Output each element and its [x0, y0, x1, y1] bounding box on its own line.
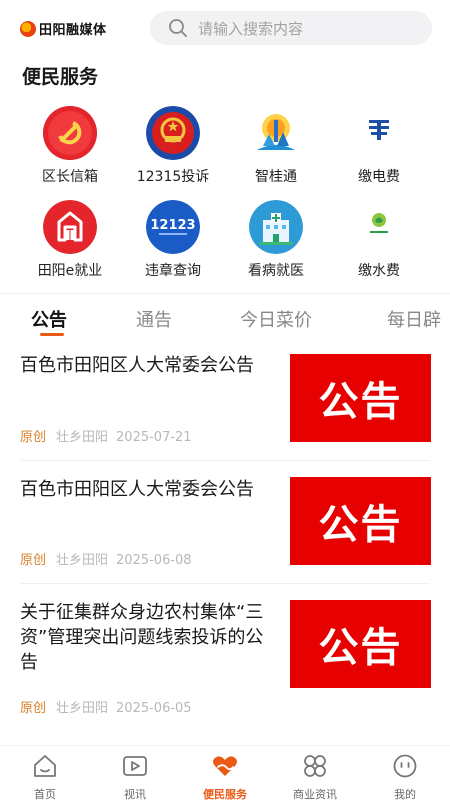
logo-mark-icon [20, 20, 36, 37]
nav-label: 视讯 [124, 788, 146, 800]
service-label: 田阳e就业 [37, 263, 103, 279]
video-icon [123, 756, 147, 776]
news-item[interactable]: 关于征集群众身边农村集体“三资”管理突出问题线索投诉的公告 原创 壮乡田阳 2025… [0, 600, 450, 720]
hospital-icon [249, 200, 303, 254]
china-southern-grid-icon [352, 106, 406, 160]
news-date: 2025-06-05 [116, 701, 192, 716]
news-meta: 原创 壮乡田阳 2025-06-08 [20, 549, 192, 568]
news-title: 百色市田阳区人大常委会公告 [20, 355, 254, 376]
home-icon [34, 755, 56, 777]
nav-label: 我的 [394, 788, 416, 800]
top-bar: 田阳融媒体 请输入搜索内容 [0, 0, 450, 56]
section-title: 便民服务 [22, 66, 99, 88]
service-electricity-bill[interactable]: 缴电费 [329, 106, 429, 186]
thumbnail-text: 公告 [318, 624, 403, 671]
news-item[interactable]: 百色市田阳区人大常委会公告 原创 壮乡田阳 2025-07-21 公告 [0, 353, 450, 453]
news-source: 壮乡田阳 [56, 701, 109, 716]
service-traffic-violation[interactable]: 12123 违章查询 [123, 200, 223, 280]
original-tag: 原创 [20, 553, 47, 568]
search-input[interactable]: 请输入搜索内容 [198, 18, 303, 39]
service-label: 智桂通 [255, 169, 297, 185]
nav-convenience-services[interactable]: 便民服务 [180, 752, 270, 800]
service-label: 12315投诉 [136, 169, 210, 185]
service-zhiguitong[interactable]: 智桂通 [226, 106, 326, 186]
app-logo[interactable]: 田阳融媒体 [20, 19, 107, 38]
news-meta: 原创 壮乡田阳 2025-07-21 [20, 426, 192, 445]
tab-notice[interactable]: 通告 [136, 306, 172, 332]
profile-face-icon [393, 754, 417, 778]
nav-profile[interactable]: 我的 [360, 752, 450, 800]
heart-hands-icon [213, 756, 237, 776]
nav-business-news[interactable]: 商业资讯 [270, 752, 360, 800]
news-source: 壮乡田阳 [56, 430, 109, 445]
bottom-navigation: 首页 视讯 便民服务 商业资讯 我的 [0, 745, 450, 800]
news-title: 百色市田阳区人大常委会公告 [20, 479, 254, 500]
service-employment[interactable]: 田阳e就业 [20, 200, 120, 280]
divider [20, 460, 430, 461]
zhiguitong-icon [249, 106, 303, 160]
active-tab-indicator [40, 333, 64, 336]
thumbnail-text: 公告 [318, 378, 403, 425]
search-bar[interactable]: 请输入搜索内容 [150, 11, 432, 45]
national-emblem-icon [146, 106, 200, 160]
party-emblem-icon [43, 106, 97, 160]
news-date: 2025-07-21 [116, 430, 192, 445]
news-thumbnail: 公告 [290, 477, 431, 565]
water-company-icon [352, 200, 406, 254]
logo-text: 田阳融媒体 [39, 23, 107, 38]
service-water-bill[interactable]: 缴水费 [329, 200, 429, 280]
category-tabs: 公告 通告 今日菜价 每日辟 [0, 293, 450, 341]
search-icon [169, 19, 187, 37]
news-date: 2025-06-08 [116, 553, 192, 568]
service-label: 缴电费 [358, 169, 400, 185]
tab-daily-rumor[interactable]: 每日辟 [387, 306, 441, 332]
traffic-12123-icon: 12123 [146, 200, 200, 254]
news-thumbnail: 公告 [290, 600, 431, 688]
service-label: 缴水费 [358, 263, 400, 279]
service-label: 看病就医 [248, 263, 304, 279]
original-tag: 原创 [20, 701, 47, 716]
nav-label: 便民服务 [203, 788, 247, 800]
news-meta: 原创 壮乡田阳 2025-06-05 [20, 697, 192, 716]
service-label: 区长信箱 [42, 169, 98, 185]
original-tag: 原创 [20, 430, 47, 445]
nav-video[interactable]: 视讯 [90, 752, 180, 800]
employment-icon [43, 200, 97, 254]
nav-label: 商业资讯 [293, 788, 337, 800]
service-mayor-mailbox[interactable]: 区长信箱 [20, 106, 120, 186]
tab-announcement[interactable]: 公告 [31, 306, 67, 332]
tab-vegetable-prices[interactable]: 今日菜价 [240, 306, 312, 332]
service-medical[interactable]: 看病就医 [226, 200, 326, 280]
news-title: 关于征集群众身边农村集体“三资”管理突出问题线索投诉的公告 [20, 602, 264, 673]
divider [20, 583, 430, 584]
svg-text:12123: 12123 [150, 218, 195, 233]
news-item[interactable]: 百色市田阳区人大常委会公告 原创 壮乡田阳 2025-06-08 公告 [0, 477, 450, 577]
news-source: 壮乡田阳 [56, 553, 109, 568]
service-12315-complaint[interactable]: 12315投诉 [123, 106, 223, 186]
grid-icon [304, 755, 326, 777]
news-thumbnail: 公告 [290, 354, 431, 442]
nav-label: 首页 [34, 788, 56, 800]
nav-home[interactable]: 首页 [0, 752, 90, 800]
service-label: 违章查询 [145, 263, 201, 279]
thumbnail-text: 公告 [318, 501, 403, 548]
